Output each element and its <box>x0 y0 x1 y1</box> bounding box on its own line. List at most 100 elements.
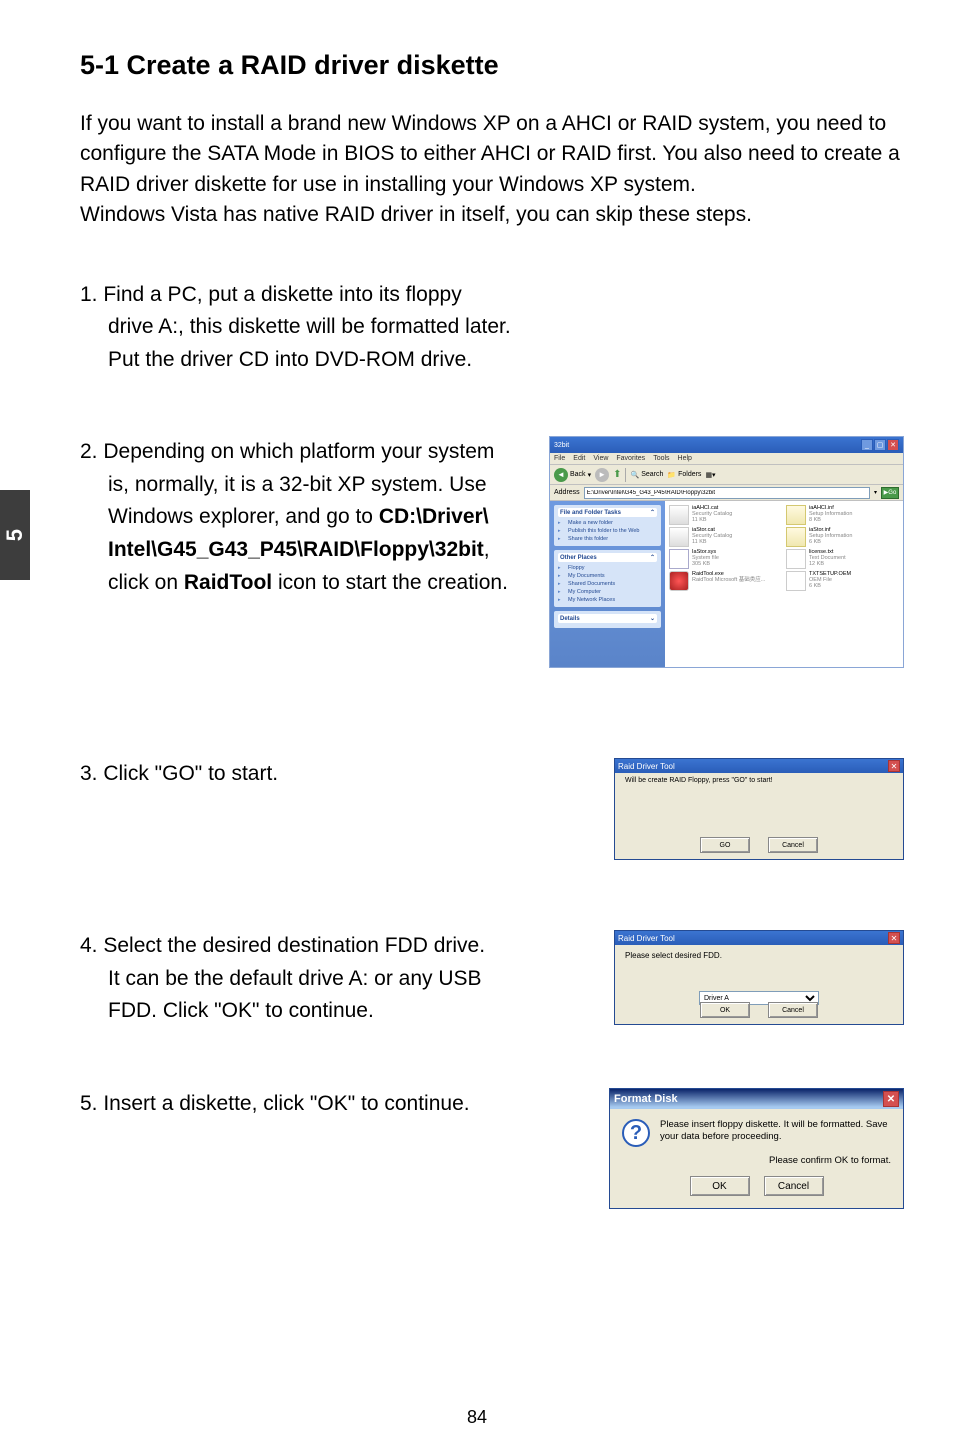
search-button[interactable]: 🔍Search <box>630 471 663 479</box>
step2-l2: is, normally, it is a 32-bit XP system. … <box>80 469 529 502</box>
menu-file[interactable]: File <box>554 455 565 462</box>
dialog-title: Raid Driver Tool <box>618 762 675 771</box>
step2-num: 2. <box>80 440 103 463</box>
step2-l3a: Windows explorer, and go to <box>108 505 379 528</box>
step2-l5b: RaidTool <box>184 571 272 594</box>
folders-button[interactable]: 📁Folders <box>667 471 701 479</box>
explorer-toolbar: ◄Back ▾ ► ⬆ 🔍Search 📁Folders ▦▾ <box>550 465 903 485</box>
file-icon <box>669 505 689 525</box>
file-item[interactable]: IaStor.sysSystem file305 KB <box>669 549 782 569</box>
address-label: Address <box>554 489 580 496</box>
file-icon <box>669 571 689 591</box>
file-icon <box>669 549 689 569</box>
question-icon: ? <box>622 1119 650 1147</box>
collapse-icon[interactable]: ⌃ <box>650 554 655 561</box>
file-item[interactable]: license.txtText Document12 KB <box>786 549 899 569</box>
file-size: 11 KB <box>692 517 732 523</box>
place-network[interactable]: My Network Places <box>558 596 657 604</box>
step2-l5c: icon to start the creation. <box>272 571 508 594</box>
cancel-button[interactable]: Cancel <box>768 837 818 853</box>
file-icon <box>786 505 806 525</box>
page-number: 84 <box>0 1407 954 1428</box>
go-button[interactable]: GO <box>700 837 750 853</box>
step2-l3b: CD:\Driver\ <box>379 505 489 528</box>
file-item[interactable]: iaAHCI.infSetup Information8 KB <box>786 505 899 525</box>
place-shared[interactable]: Shared Documents <box>558 580 657 588</box>
dialog-title: Format Disk <box>614 1093 678 1105</box>
confirm-message: Please confirm OK to format. <box>622 1155 891 1166</box>
explorer-window: 32bit _ ▢ ✕ File Edit View Favorites Too… <box>549 436 904 668</box>
ok-button[interactable]: OK <box>690 1176 750 1196</box>
file-size: 11 KB <box>692 539 732 545</box>
step1-num: 1. <box>80 283 103 306</box>
task-new-folder[interactable]: Make a new folder <box>558 519 657 527</box>
task-share[interactable]: Share this folder <box>558 535 657 543</box>
file-size: 8 KB <box>809 517 852 523</box>
place-floppy[interactable]: Floppy <box>558 564 657 572</box>
place-mycomputer[interactable]: My Computer <box>558 588 657 596</box>
go-button[interactable]: ▶Go <box>881 487 899 499</box>
place-mydocs[interactable]: My Documents <box>558 572 657 580</box>
file-item[interactable]: TXTSETUP.OEMOEM File6 KB <box>786 571 899 591</box>
menu-view[interactable]: View <box>593 455 608 462</box>
address-dropdown-icon[interactable]: ▾ <box>874 489 877 496</box>
step-4: 4. Select the desired destination FDD dr… <box>80 930 904 1028</box>
dialog-message: Will be create RAID Floppy, press "GO" t… <box>625 777 893 784</box>
explorer-titlebar: 32bit _ ▢ ✕ <box>550 437 903 453</box>
cancel-button[interactable]: Cancel <box>768 1002 818 1018</box>
close-icon[interactable]: ✕ <box>883 1091 899 1107</box>
step1-l3: Put the driver CD into DVD-ROM drive. <box>80 344 904 377</box>
file-folder-tasks-panel: File and Folder Tasks⌃ Make a new folder… <box>554 505 661 546</box>
file-size: 6 KB <box>809 583 851 589</box>
file-size: 6 KB <box>809 539 852 545</box>
expand-icon[interactable]: ⌄ <box>650 615 655 622</box>
file-list: iaAHCI.catSecurity Catalog11 KBiaAHCI.in… <box>665 501 903 667</box>
file-item[interactable]: iaAHCI.catSecurity Catalog11 KB <box>669 505 782 525</box>
step1-l1: Find a PC, put a diskette into its flopp… <box>103 283 461 306</box>
back-button[interactable]: ◄Back ▾ <box>554 468 591 482</box>
file-item[interactable]: iaStor.infSetup Information6 KB <box>786 527 899 547</box>
forward-button[interactable]: ► <box>595 468 609 482</box>
raid-driver-tool-dialog-go: Raid Driver Tool ✕ Will be create RAID F… <box>614 758 904 860</box>
other-places-title: Other Places <box>560 555 597 561</box>
up-button[interactable]: ⬆ <box>613 469 621 480</box>
minimize-button[interactable]: _ <box>861 439 873 451</box>
step-2: 2. Depending on which platform your syst… <box>80 436 904 668</box>
step2-l1: Depending on which platform your system <box>103 440 494 463</box>
fdd-dialog-screenshot: Raid Driver Tool ✕ Please select desired… <box>614 930 904 1025</box>
ok-button[interactable]: OK <box>700 1002 750 1018</box>
step4-num: 4. <box>80 934 103 957</box>
step4-l3: FDD. Click "OK" to continue. <box>80 995 594 1028</box>
close-icon[interactable]: ✕ <box>888 760 900 772</box>
menu-help[interactable]: Help <box>678 455 692 462</box>
menu-edit[interactable]: Edit <box>573 455 585 462</box>
close-button[interactable]: ✕ <box>887 439 899 451</box>
menu-favorites[interactable]: Favorites <box>616 455 645 462</box>
other-places-panel: Other Places ⌃ Floppy My Documents Shared… <box>554 550 661 607</box>
details-panel: Details⌄ <box>554 611 661 628</box>
step2-l4c: , <box>484 538 490 561</box>
file-icon <box>786 549 806 569</box>
file-icon <box>786 527 806 547</box>
close-icon[interactable]: ✕ <box>888 932 900 944</box>
cancel-button[interactable]: Cancel <box>764 1176 824 1196</box>
address-input[interactable] <box>584 487 870 499</box>
file-size: 305 KB <box>692 561 719 567</box>
explorer-side-panel: File and Folder Tasks⌃ Make a new folder… <box>550 501 665 667</box>
step4-l2: It can be the default drive A: or any US… <box>80 963 594 996</box>
format-disk-screenshot: Format Disk ✕ ? Please insert floppy dis… <box>609 1088 904 1209</box>
views-button[interactable]: ▦▾ <box>705 471 715 479</box>
file-icon <box>669 527 689 547</box>
maximize-button[interactable]: ▢ <box>874 439 886 451</box>
collapse-icon[interactable]: ⌃ <box>650 509 655 516</box>
file-item[interactable]: iaStor.catSecurity Catalog11 KB <box>669 527 782 547</box>
address-bar: Address ▾ ▶Go <box>550 485 903 501</box>
menu-tools[interactable]: Tools <box>653 455 669 462</box>
intro-paragraph: If you want to install a brand new Windo… <box>80 109 904 231</box>
task-publish[interactable]: Publish this folder to the Web <box>558 527 657 535</box>
dialog-message: Please insert floppy diskette. It will b… <box>660 1119 891 1143</box>
file-item[interactable]: RaidTool.exeRaidTool Microsoft 基础类应... <box>669 571 782 591</box>
explorer-title: 32bit <box>554 442 569 449</box>
step5-text: 5. Insert a diskette, click "OK" to cont… <box>80 1088 589 1121</box>
dialog-message: Please select desired FDD. <box>625 951 722 960</box>
